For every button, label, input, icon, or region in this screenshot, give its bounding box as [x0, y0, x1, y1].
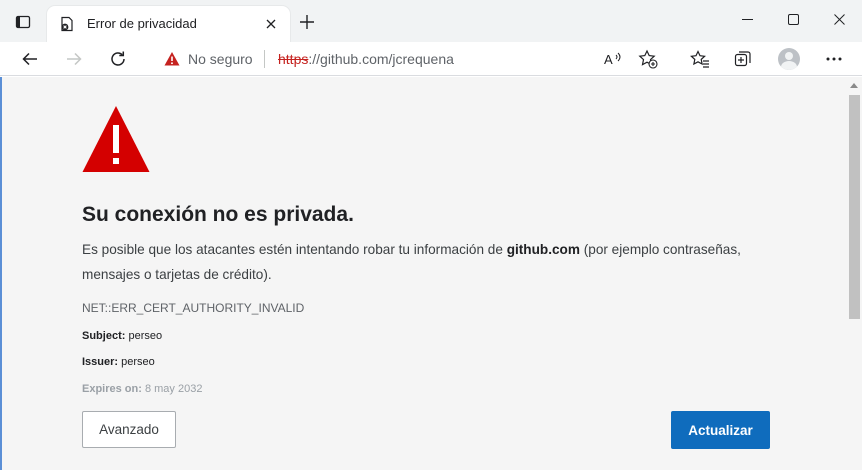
cert-subject: Subject: perseo [82, 330, 162, 342]
add-favorite-icon[interactable] [634, 45, 662, 73]
back-arrow-icon[interactable] [16, 45, 44, 73]
subject-label: Subject: [82, 330, 126, 342]
privacy-error-favicon [59, 16, 75, 32]
error-explanation: Es posible que los atacantes estén inten… [82, 237, 782, 287]
warning-triangle-icon[interactable] [164, 51, 180, 67]
profile-avatar[interactable] [775, 45, 803, 73]
cert-issuer: Issuer: perseo [82, 356, 155, 368]
minimize-icon[interactable] [724, 0, 770, 38]
url-scheme: https [278, 51, 309, 67]
window-close-icon[interactable] [816, 0, 862, 38]
url-text[interactable]: https://github.com/jcrequena [278, 51, 454, 67]
security-status[interactable]: No seguro [188, 51, 253, 67]
issuer-value: perseo [121, 356, 155, 368]
scroll-thumb[interactable] [849, 95, 860, 319]
refresh-icon[interactable] [104, 45, 132, 73]
explanation-text-before: Es posible que los atacantes estén inten… [82, 242, 507, 257]
collections-icon[interactable] [729, 45, 757, 73]
scroll-up-arrow-icon[interactable] [850, 83, 858, 88]
tab-title: Error de privacidad [87, 16, 197, 31]
more-icon[interactable] [820, 45, 848, 73]
warning-triangle-icon [82, 106, 150, 172]
subject-value: perseo [128, 330, 163, 342]
close-icon[interactable] [262, 15, 280, 33]
reload-button[interactable]: Actualizar [671, 411, 770, 449]
maximize-icon[interactable] [770, 0, 816, 38]
svg-text:A: A [604, 52, 613, 67]
cert-expiry: Expires on: 8 may 2032 [82, 383, 202, 395]
expires-value: 8 may 2032 [144, 383, 203, 395]
forward-arrow-icon [60, 45, 88, 73]
address-separator [264, 50, 265, 68]
active-tab[interactable]: Error de privacidad [47, 6, 290, 42]
tab-strip: Error de privacidad [0, 0, 862, 42]
url-host-path: ://github.com/jcrequena [308, 51, 454, 67]
plus-icon[interactable] [297, 12, 317, 32]
error-code[interactable]: NET::ERR_CERT_AUTHORITY_INVALID [82, 301, 304, 315]
explanation-host: github.com [506, 242, 580, 257]
tab-actions-icon[interactable] [12, 11, 34, 33]
vertical-scrollbar[interactable] [846, 77, 862, 470]
read-aloud-icon[interactable]: A [599, 45, 627, 73]
avatar [778, 48, 800, 70]
error-page: Su conexión no es privada. Es posible qu… [0, 77, 862, 470]
advanced-button[interactable]: Avanzado [82, 411, 176, 448]
expires-label: Expires on: [82, 383, 142, 395]
address-bar[interactable]: No seguro https://github.com/jcrequena A [147, 43, 676, 75]
browser-toolbar: No seguro https://github.com/jcrequena A [0, 42, 862, 76]
favorites-icon[interactable] [686, 45, 714, 73]
page-title: Su conexión no es privada. [82, 203, 354, 226]
issuer-label: Issuer: [82, 356, 119, 368]
